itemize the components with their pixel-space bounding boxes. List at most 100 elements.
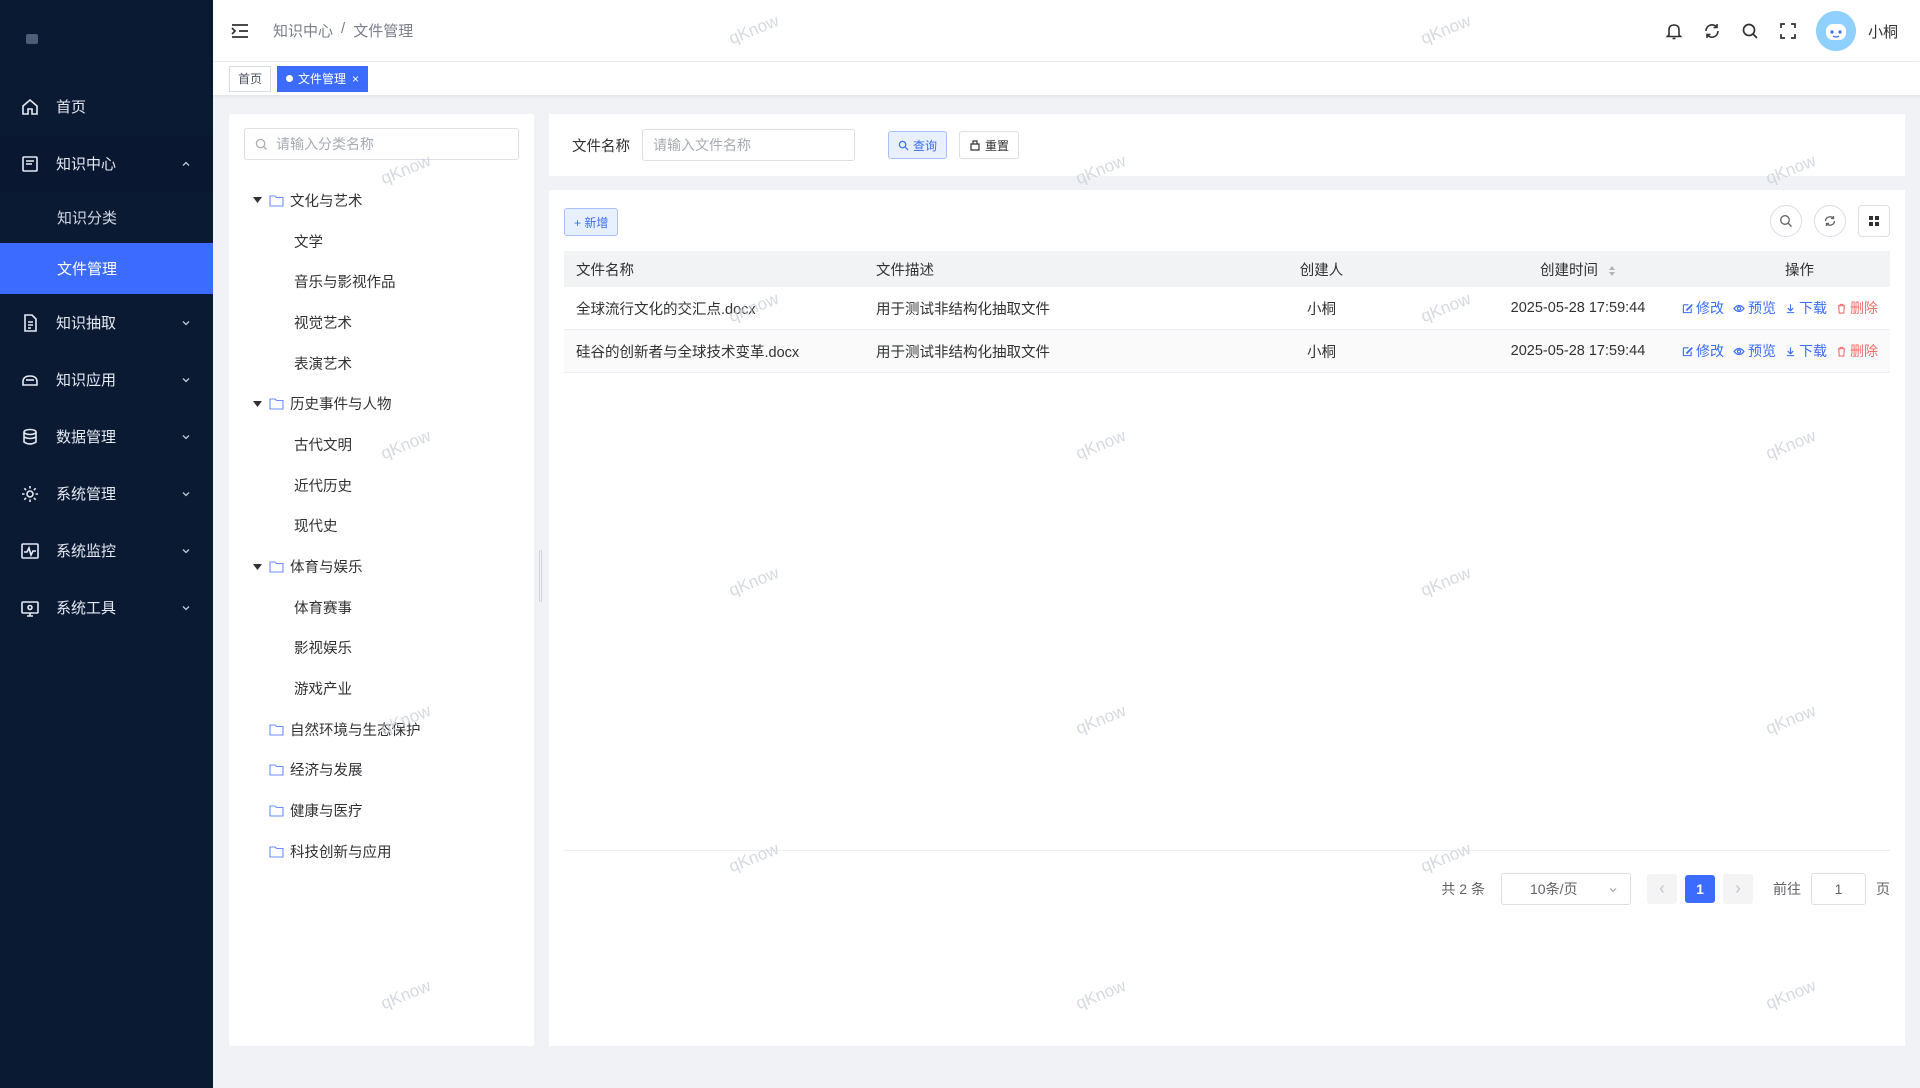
sidebar: 首页 知识中心 知识分类 文件管理 知识抽取 知识应用 数据管理 系统管理 系统… xyxy=(0,0,213,1088)
search-icon xyxy=(898,140,909,151)
download-button[interactable]: 下载 xyxy=(1785,341,1827,361)
delete-button[interactable]: 删除 xyxy=(1836,298,1878,318)
table-row: 全球流行文化的交汇点.docx 用于测试非结构化抽取文件 小桐 2025-05-28 … xyxy=(564,287,1890,330)
folder-icon xyxy=(269,398,284,410)
chevron-down-icon xyxy=(182,605,190,610)
tree-node-label: 科技创新与应用 xyxy=(290,844,392,861)
prev-page-button[interactable] xyxy=(1647,874,1677,904)
tree-node-subcategory[interactable]: 现代史 xyxy=(229,506,534,547)
search-button[interactable]: 查询 xyxy=(888,131,948,159)
tree-node-subcategory[interactable]: 影视娱乐 xyxy=(229,628,534,669)
tree-node-subcategory[interactable]: 表演艺术 xyxy=(229,343,534,384)
page-size-select[interactable]: 10条/页 xyxy=(1501,873,1631,905)
edit-label: 修改 xyxy=(1696,300,1724,316)
delete-label: 删除 xyxy=(1850,300,1878,316)
pagination: 共 2 条 10条/页 1 前往 页 xyxy=(1441,873,1890,905)
cell-actions: 修改 预览 下载 删除 xyxy=(1682,298,1890,318)
logo-mark xyxy=(26,34,38,44)
caret-down-icon[interactable] xyxy=(251,194,263,206)
next-page-button[interactable] xyxy=(1723,874,1753,904)
sidebar-item-label: 系统工具 xyxy=(56,600,117,617)
edit-button[interactable]: 修改 xyxy=(1682,298,1724,318)
file-name-input[interactable] xyxy=(642,129,855,161)
cloud-app-icon xyxy=(20,370,40,390)
sidebar-item-system-monitor[interactable]: 系统监控 xyxy=(0,522,213,579)
caret-down-icon[interactable] xyxy=(251,561,263,573)
avatar[interactable] xyxy=(1815,11,1856,51)
sidebar-item-system-tools[interactable]: 系统工具 xyxy=(0,579,213,636)
chevron-up-icon xyxy=(182,161,190,166)
page-number-current[interactable]: 1 xyxy=(1685,875,1715,903)
sidebar-item-knowledge-center[interactable]: 知识中心 xyxy=(0,135,213,192)
sort-icon[interactable] xyxy=(1608,265,1616,277)
cell-created-time: 2025-05-28 17:59:44 xyxy=(1510,300,1646,316)
goto-page-input[interactable] xyxy=(1811,873,1866,905)
download-icon xyxy=(1786,303,1795,313)
sidebar-item-home[interactable]: 首页 xyxy=(0,78,213,135)
sidebar-item-knowledge-category[interactable]: 知识分类 xyxy=(0,192,213,243)
tree-node-subcategory[interactable]: 近代历史 xyxy=(229,465,534,506)
add-button[interactable]: + 新增 xyxy=(564,208,619,236)
column-header-label: 创建时间 xyxy=(1539,262,1598,279)
tree-node-category[interactable]: 自然环境与生态保护 xyxy=(229,709,534,750)
cell-file-name: 硅谷的创新者与全球技术变革.docx xyxy=(576,344,800,361)
cell-description: 用于测试非结构化抽取文件 xyxy=(876,344,1050,361)
sidebar-item-knowledge-extraction[interactable]: 知识抽取 xyxy=(0,294,213,351)
sidebar-item-label: 系统监控 xyxy=(56,543,117,560)
tree-node-category[interactable]: 文化与艺术 xyxy=(229,180,534,221)
tree-node-subcategory[interactable]: 文学 xyxy=(229,221,534,262)
eye-icon xyxy=(1733,304,1745,312)
reset-button[interactable]: 重置 xyxy=(959,131,1020,159)
book-icon xyxy=(20,154,40,174)
breadcrumb-item-knowledge-center[interactable]: 知识中心 xyxy=(273,20,333,41)
sidebar-item-file-management[interactable]: 文件管理 xyxy=(0,243,213,294)
close-icon[interactable]: × xyxy=(352,72,359,86)
preview-button[interactable]: 预览 xyxy=(1733,298,1776,318)
download-button[interactable]: 下载 xyxy=(1785,298,1827,318)
tree-node-category[interactable]: 健康与医疗 xyxy=(229,790,534,831)
tree-node-subcategory[interactable]: 古代文明 xyxy=(229,424,534,465)
bell-icon[interactable] xyxy=(1664,21,1684,41)
sidebar-item-label: 系统管理 xyxy=(56,486,117,503)
sidebar-item-label: 首页 xyxy=(56,99,87,116)
tree-node-category[interactable]: 科技创新与应用 xyxy=(229,831,534,872)
tree-node-category[interactable]: 体育与娱乐 xyxy=(229,546,534,587)
table-header: 文件名称 文件描述 创建人 创建时间 操作 xyxy=(564,251,1890,287)
refresh-table-button[interactable] xyxy=(1814,205,1846,237)
menu-fold-icon[interactable] xyxy=(229,20,251,42)
sidebar-item-knowledge-application[interactable]: 知识应用 xyxy=(0,351,213,408)
caret-placeholder xyxy=(251,805,263,817)
search-icon[interactable] xyxy=(1740,21,1760,41)
refresh-icon[interactable] xyxy=(1702,21,1722,41)
tag-home[interactable]: 首页 xyxy=(229,65,272,92)
edit-button[interactable]: 修改 xyxy=(1682,341,1724,361)
toggle-search-button[interactable] xyxy=(1770,205,1802,237)
tree-node-category[interactable]: 历史事件与人物 xyxy=(229,383,534,424)
sidebar-item-data-management[interactable]: 数据管理 xyxy=(0,408,213,465)
search-icon xyxy=(1780,215,1792,227)
preview-label: 预览 xyxy=(1748,300,1776,316)
username[interactable]: 小桐 xyxy=(1868,21,1898,42)
monitor-pulse-icon xyxy=(20,541,40,561)
tree-node-subcategory[interactable]: 体育赛事 xyxy=(229,587,534,628)
fullscreen-icon[interactable] xyxy=(1778,21,1798,41)
tree-node-subcategory[interactable]: 游戏产业 xyxy=(229,668,534,709)
caret-placeholder xyxy=(251,723,263,735)
tree-node-category[interactable]: 经济与发展 xyxy=(229,750,534,791)
sidebar-item-label: 知识应用 xyxy=(56,372,117,389)
active-dot-icon xyxy=(286,75,294,82)
download-label: 下载 xyxy=(1799,300,1827,316)
delete-button[interactable]: 删除 xyxy=(1836,341,1878,361)
caret-down-icon[interactable] xyxy=(251,398,263,410)
table-toolbar: + 新增 xyxy=(564,205,1890,240)
panel-resize-handle[interactable] xyxy=(539,550,542,602)
tree-node-subcategory[interactable]: 音乐与影视作品 xyxy=(229,261,534,302)
column-settings-button[interactable] xyxy=(1858,205,1890,237)
column-header-created-time[interactable]: 创建时间 xyxy=(1419,259,1709,280)
preview-button[interactable]: 预览 xyxy=(1733,341,1776,361)
folder-icon xyxy=(269,846,284,858)
tree-node-subcategory[interactable]: 视觉艺术 xyxy=(229,302,534,343)
tag-file-management[interactable]: 文件管理 × xyxy=(277,65,369,92)
sidebar-item-system-management[interactable]: 系统管理 xyxy=(0,465,213,522)
category-search-input[interactable] xyxy=(276,136,506,152)
